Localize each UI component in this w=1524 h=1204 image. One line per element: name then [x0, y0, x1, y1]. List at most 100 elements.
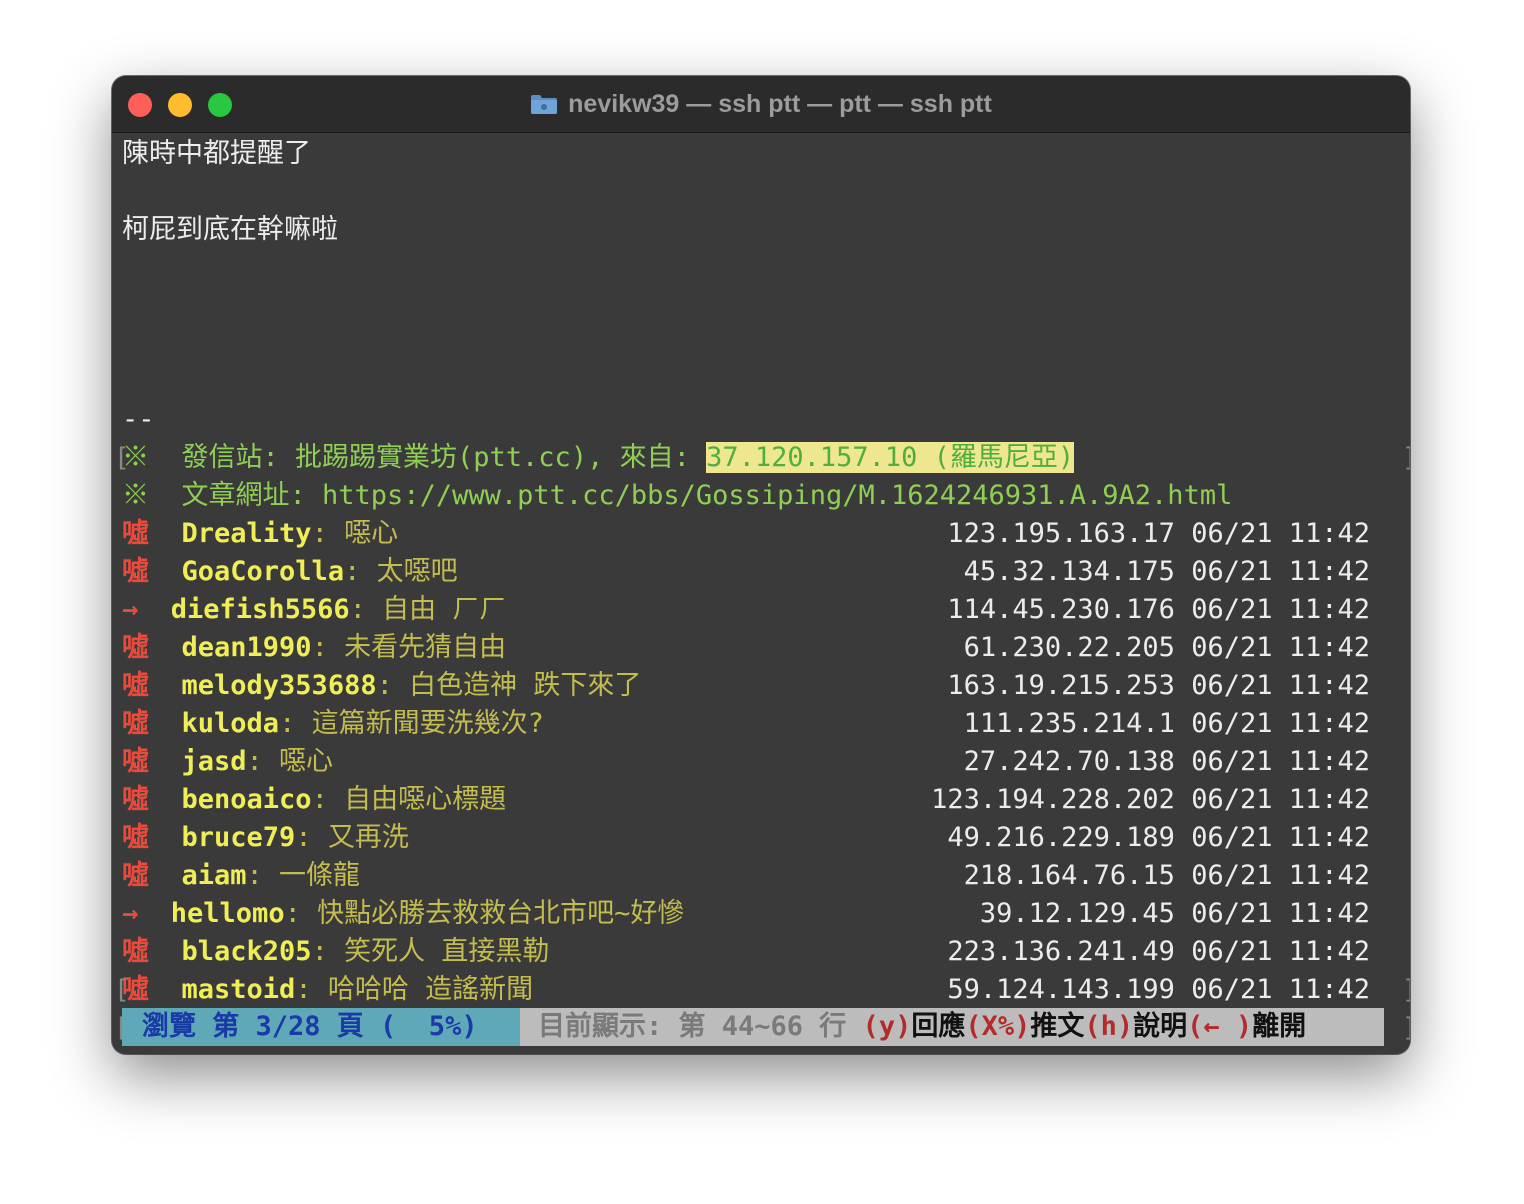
help-key[interactable]: (h)	[1084, 1008, 1133, 1046]
reply-key[interactable]: (y)	[863, 1008, 912, 1046]
comment-user: Dreality	[181, 518, 312, 549]
article-url[interactable]: https://www.ptt.cc/bbs/Gossiping/M.16242…	[322, 480, 1232, 511]
terminal-window: nevikw39 — ssh ptt — ptt — ssh ptt 陳時中都提…	[112, 76, 1410, 1054]
comment-ip: 61.230.22.205	[963, 632, 1175, 663]
comment-time: 06/21 11:42	[1191, 594, 1370, 625]
comment-user: benoaico	[181, 784, 312, 815]
comment-meta: 39.12.129.45 06/21 11:42	[980, 895, 1370, 933]
boo-tag: 噓	[122, 632, 149, 663]
url-line: ※ 文章網址: https://www.ptt.cc/bbs/Gossiping…	[122, 477, 1410, 515]
comment-row[interactable]: 噓 aiam: 一條龍 218.164.76.15 06/21 11:42	[122, 857, 1410, 895]
reference-mark-icon: ※	[122, 480, 149, 511]
comment-meta: 45.32.134.175 06/21 11:42	[964, 553, 1370, 591]
comment-row[interactable]: 噓 melody353688: 白色造神 跌下來了 163.19.215.253 …	[122, 667, 1410, 705]
comment-ip: 49.216.229.189	[947, 822, 1175, 853]
comment-text: : 太噁吧	[344, 556, 458, 587]
boo-tag: 噓	[122, 670, 149, 701]
comment-text: : 哈哈哈 造謠新聞	[295, 974, 534, 1005]
terminal-screen[interactable]: 陳時中都提醒了 柯屁到底在幹嘛啦 -- ※ 發信站: 批踢踢實業坊(ptt.cc…	[112, 133, 1410, 1054]
comment-text: : 笑死人 直接黑勒	[311, 936, 550, 967]
article-body-line: 柯屁到底在幹嘛啦	[122, 214, 338, 245]
article-body-line: 陳時中都提醒了	[122, 138, 311, 169]
help-label[interactable]: 說明	[1133, 1008, 1187, 1046]
comment-text: : 噁心	[246, 746, 334, 777]
comment-ip: 123.195.163.17	[947, 518, 1175, 549]
comment-user: GoaCorolla	[181, 556, 345, 587]
url-label: 文章網址:	[181, 480, 323, 511]
comment-ip: 59.124.143.199	[947, 974, 1175, 1005]
comment-meta: 59.124.143.199 06/21 11:42	[947, 971, 1370, 1009]
comment-ip: 39.12.129.45	[979, 898, 1175, 929]
comment-row[interactable]: 噓 black205: 笑死人 直接黑勒 223.136.241.49 06/21…	[122, 933, 1410, 971]
boo-tag: 噓	[122, 708, 149, 739]
comment-text: : 又再洗	[295, 822, 409, 853]
comment-row[interactable]: 噓 dean1990: 未看先猜自由 61.230.22.205 06/21 11…	[122, 629, 1410, 667]
comment-meta: 218.164.76.15 06/21 11:42	[964, 857, 1370, 895]
comment-meta: 163.19.215.253 06/21 11:42	[947, 667, 1370, 705]
arrow-tag-icon: →	[122, 594, 139, 625]
comment-user: aiam	[181, 860, 247, 891]
boo-tag: 噓	[122, 822, 149, 853]
arrow-tag-icon: →	[122, 898, 139, 929]
source-line: ※ 發信站: 批踢踢實業坊(ptt.cc), 來自: 37.120.157.10…	[122, 439, 1410, 477]
cursor-bracket-right: ]	[1402, 1013, 1410, 1043]
comment-ip: 45.32.134.175	[963, 556, 1175, 587]
reply-label[interactable]: 回應	[911, 1008, 965, 1046]
push-label[interactable]: 推文	[1030, 1008, 1084, 1046]
status-bar: 瀏覽 第 3/28 頁 ( 5%) 目前顯示: 第 44~66 行 (y) 回應…	[122, 1008, 1384, 1046]
boo-tag: 噓	[122, 518, 149, 549]
comment-meta: 123.195.163.17 06/21 11:42	[947, 515, 1370, 553]
title-bar: nevikw39 — ssh ptt — ptt — ssh ptt	[112, 76, 1410, 133]
comment-meta: 27.242.70.138 06/21 11:42	[964, 743, 1370, 781]
cursor-bracket-left: [	[114, 975, 130, 1005]
comment-text: : 白色造神 跌下來了	[376, 670, 642, 701]
comment-row[interactable]: 噓 jasd: 噁心 27.242.70.138 06/21 11:42	[122, 743, 1410, 781]
boo-tag: 噓	[122, 784, 149, 815]
comment-time: 06/21 11:42	[1191, 556, 1370, 587]
boo-tag: 噓	[122, 556, 149, 587]
comment-row[interactable]: 噓 kuloda: 這篇新聞要洗幾次? 111.235.214.1 06/21 1…	[122, 705, 1410, 743]
boo-tag: 噓	[122, 936, 149, 967]
comment-ip: 218.164.76.15	[963, 860, 1175, 891]
comment-row[interactable]: 噓 bruce79: 又再洗 49.216.229.189 06/21 11:42	[122, 819, 1410, 857]
comment-row[interactable]: 噓 GoaCorolla: 太噁吧 45.32.134.175 06/21 11:…	[122, 553, 1410, 591]
comment-text: : 快點必勝去救救台北市吧~好慘	[284, 898, 685, 929]
comment-time: 06/21 11:42	[1191, 670, 1370, 701]
comment-time: 06/21 11:42	[1191, 784, 1370, 815]
leave-label[interactable]: 離開	[1252, 1008, 1306, 1046]
comment-row[interactable]: 噓 benoaico: 自由噁心標題 123.194.228.202 06/21 …	[122, 781, 1410, 819]
comment-time: 06/21 11:42	[1191, 708, 1370, 739]
comment-meta: 49.216.229.189 06/21 11:42	[947, 819, 1370, 857]
comment-time: 06/21 11:42	[1191, 632, 1370, 663]
line-indicator: 目前顯示: 第 44~66 行	[538, 1011, 863, 1042]
folder-icon	[530, 93, 558, 115]
comment-ip: 111.235.214.1	[963, 708, 1175, 739]
push-key[interactable]: (X%)	[965, 1008, 1030, 1046]
comment-row[interactable]: → diefish5566: 自由 ㄏㄏ 114.45.230.176 06/21…	[122, 591, 1410, 629]
comment-row[interactable]: 噓 mastoid: 哈哈哈 造謠新聞 59.124.143.199 06/21 …	[122, 971, 1410, 1009]
comment-text: : 自由 ㄏㄏ	[349, 594, 507, 625]
comment-user: black205	[181, 936, 312, 967]
boo-tag: 噓	[122, 746, 149, 777]
comment-row[interactable]: → hellomo: 快點必勝去救救台北市吧~好慘 39.12.129.45 06…	[122, 895, 1410, 933]
comment-time: 06/21 11:42	[1191, 518, 1370, 549]
comment-time: 06/21 11:42	[1191, 936, 1370, 967]
comment-ip: 27.242.70.138	[963, 746, 1175, 777]
comment-text: : 未看先猜自由	[311, 632, 507, 663]
comment-text: : 噁心	[311, 518, 399, 549]
comment-ip: 123.194.228.202	[931, 784, 1175, 815]
comment-row[interactable]: 噓 Dreality: 噁心 123.195.163.17 06/21 11:42	[122, 515, 1410, 553]
comment-user: mastoid	[181, 974, 296, 1005]
page-indicator: 瀏覽 第 3/28 頁 ( 5%)	[122, 1008, 520, 1046]
comment-time: 06/21 11:42	[1191, 822, 1370, 853]
comment-meta: 111.235.214.1 06/21 11:42	[964, 705, 1370, 743]
leave-key[interactable]: (← )	[1187, 1008, 1252, 1046]
cursor-bracket-right: ]	[1402, 975, 1410, 1005]
comment-user: bruce79	[181, 822, 296, 853]
comment-user: jasd	[181, 746, 247, 777]
source-ip: 37.120.157.10 (羅馬尼亞)	[706, 442, 1075, 473]
cursor-bracket-right: ]	[1402, 443, 1410, 473]
comment-ip: 223.136.241.49	[947, 936, 1175, 967]
comment-user: dean1990	[181, 632, 312, 663]
comment-time: 06/21 11:42	[1191, 898, 1370, 929]
